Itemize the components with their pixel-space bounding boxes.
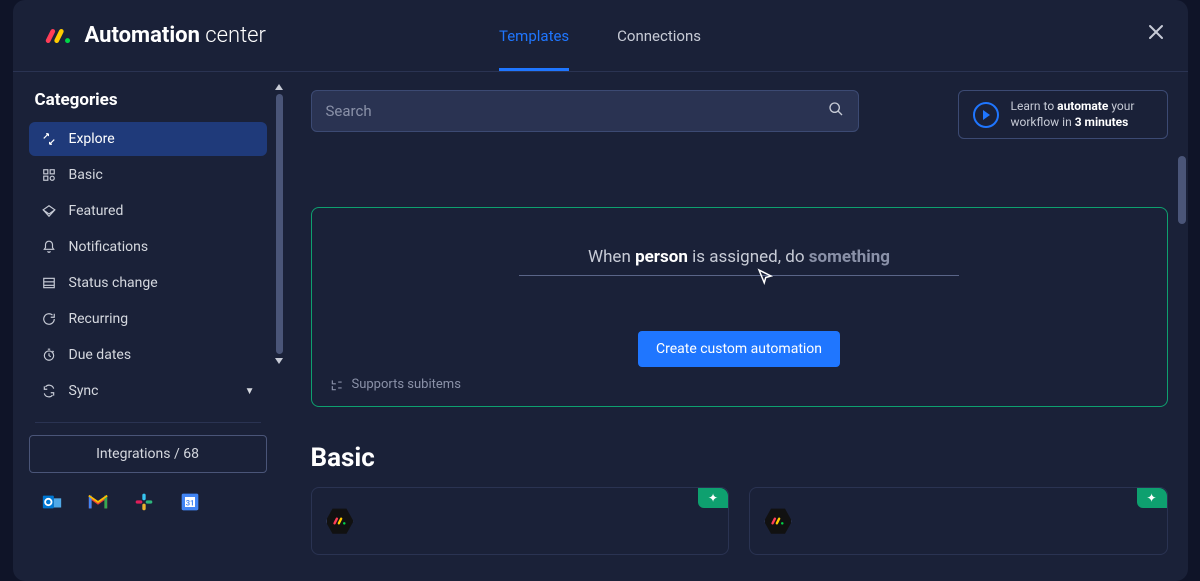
sidebar-label: Recurring — [69, 311, 129, 327]
search-icon — [828, 101, 844, 121]
automation-card[interactable]: ✦ — [311, 487, 730, 555]
custom-automation-card: When person is assigned, do something Cr… — [311, 207, 1168, 407]
search-box[interactable] — [311, 90, 859, 132]
search-input[interactable] — [326, 102, 828, 120]
featured-icon — [41, 203, 57, 219]
app-title: Automation center — [85, 23, 266, 48]
automation-sentence[interactable]: When person is assigned, do something — [519, 247, 959, 276]
sidebar-label: Notifications — [69, 239, 149, 255]
sidebar: Categories Explore Basic Featured — [13, 72, 283, 581]
close-button[interactable] — [1148, 24, 1164, 45]
scroll-thumb[interactable] — [276, 94, 283, 354]
sync-icon — [41, 383, 57, 399]
sidebar-label: Status change — [69, 275, 158, 291]
cursor-icon — [756, 267, 774, 290]
tab-connections[interactable]: Connections — [617, 0, 701, 71]
sidebar-item-recurring[interactable]: Recurring — [29, 302, 267, 336]
create-custom-automation-button[interactable]: Create custom automation — [638, 331, 840, 367]
sidebar-item-notifications[interactable]: Notifications — [29, 230, 267, 264]
notifications-icon — [41, 239, 57, 255]
sidebar-item-basic[interactable]: Basic — [29, 158, 267, 192]
sidebar-label: Sync — [69, 383, 99, 399]
page-scrollbar[interactable] — [1178, 156, 1186, 224]
sidebar-item-status-change[interactable]: Status change — [29, 266, 267, 300]
slack-icon[interactable] — [133, 491, 155, 513]
sidebar-item-due-dates[interactable]: Due dates — [29, 338, 267, 372]
sidebar-item-featured[interactable]: Featured — [29, 194, 267, 228]
outlook-icon[interactable] — [41, 491, 63, 513]
sidebar-scrollbar[interactable] — [276, 84, 283, 364]
sparkle-badge-icon: ✦ — [698, 488, 728, 508]
monday-hex-icon — [326, 507, 354, 535]
google-calendar-icon[interactable]: 31 — [179, 491, 201, 513]
section-heading-basic: Basic — [311, 443, 1168, 473]
explore-icon — [41, 131, 57, 147]
learn-text: Learn to automate your workflow in 3 min… — [1011, 99, 1135, 130]
tab-templates[interactable]: Templates — [499, 0, 569, 71]
status-change-icon — [41, 275, 57, 291]
supports-subitems-label: Supports subitems — [330, 377, 461, 392]
sidebar-label: Featured — [69, 203, 124, 219]
automation-card[interactable]: ✦ — [749, 487, 1168, 555]
monday-logo-icon — [45, 26, 73, 46]
sidebar-label: Due dates — [69, 347, 132, 363]
sidebar-heading: Categories — [35, 90, 267, 110]
app-title-area: Automation center — [45, 23, 266, 48]
svg-text:31: 31 — [185, 498, 194, 507]
play-icon — [973, 102, 999, 128]
sentence-something[interactable]: something — [809, 247, 890, 267]
chevron-down-icon: ▼ — [245, 386, 255, 397]
sidebar-item-sync[interactable]: Sync ▼ — [29, 374, 267, 408]
main-content: Learn to automate your workflow in 3 min… — [283, 72, 1188, 581]
monday-hex-icon — [764, 507, 792, 535]
due-dates-icon — [41, 347, 57, 363]
recurring-icon — [41, 311, 57, 327]
header-tabs: Templates Connections — [499, 0, 701, 71]
integration-icons-row: 31 — [29, 473, 267, 513]
sidebar-label: Basic — [69, 167, 103, 183]
sidebar-label: Explore — [69, 131, 115, 147]
basic-icon — [41, 167, 57, 183]
sidebar-item-explore[interactable]: Explore — [29, 122, 267, 156]
learn-video-card[interactable]: Learn to automate your workflow in 3 min… — [958, 90, 1168, 139]
sparkle-badge-icon: ✦ — [1137, 488, 1167, 508]
sentence-person[interactable]: person — [635, 247, 688, 267]
sidebar-divider — [35, 422, 261, 423]
integrations-button[interactable]: Integrations / 68 — [29, 435, 267, 473]
gmail-icon[interactable] — [87, 491, 109, 513]
modal-header: Automation center Templates Connections — [13, 0, 1188, 72]
basic-cards-row: ✦ ✦ — [311, 487, 1168, 555]
